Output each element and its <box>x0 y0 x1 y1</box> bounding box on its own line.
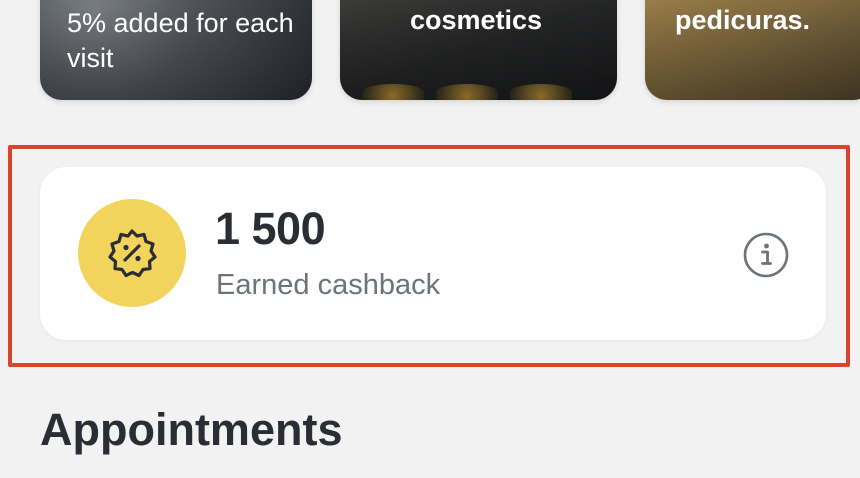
promo-card-text: pedicuras. <box>675 5 811 35</box>
highlight-frame <box>8 145 850 367</box>
screen: 5% added for each visit cosmetics pedicu… <box>0 0 860 478</box>
promo-card-text: 5% added for each visit <box>67 8 294 73</box>
promo-carousel[interactable]: 5% added for each visit cosmetics pedicu… <box>0 0 860 102</box>
appointments-heading: Appointments <box>40 404 343 455</box>
promo-card-cosmetics[interactable]: cosmetics <box>340 0 617 100</box>
promo-card-pedicure[interactable]: pedicuras. <box>645 0 860 100</box>
promo-card-text: cosmetics <box>410 5 543 35</box>
promo-card-cashback[interactable]: 5% added for each visit <box>40 0 312 100</box>
